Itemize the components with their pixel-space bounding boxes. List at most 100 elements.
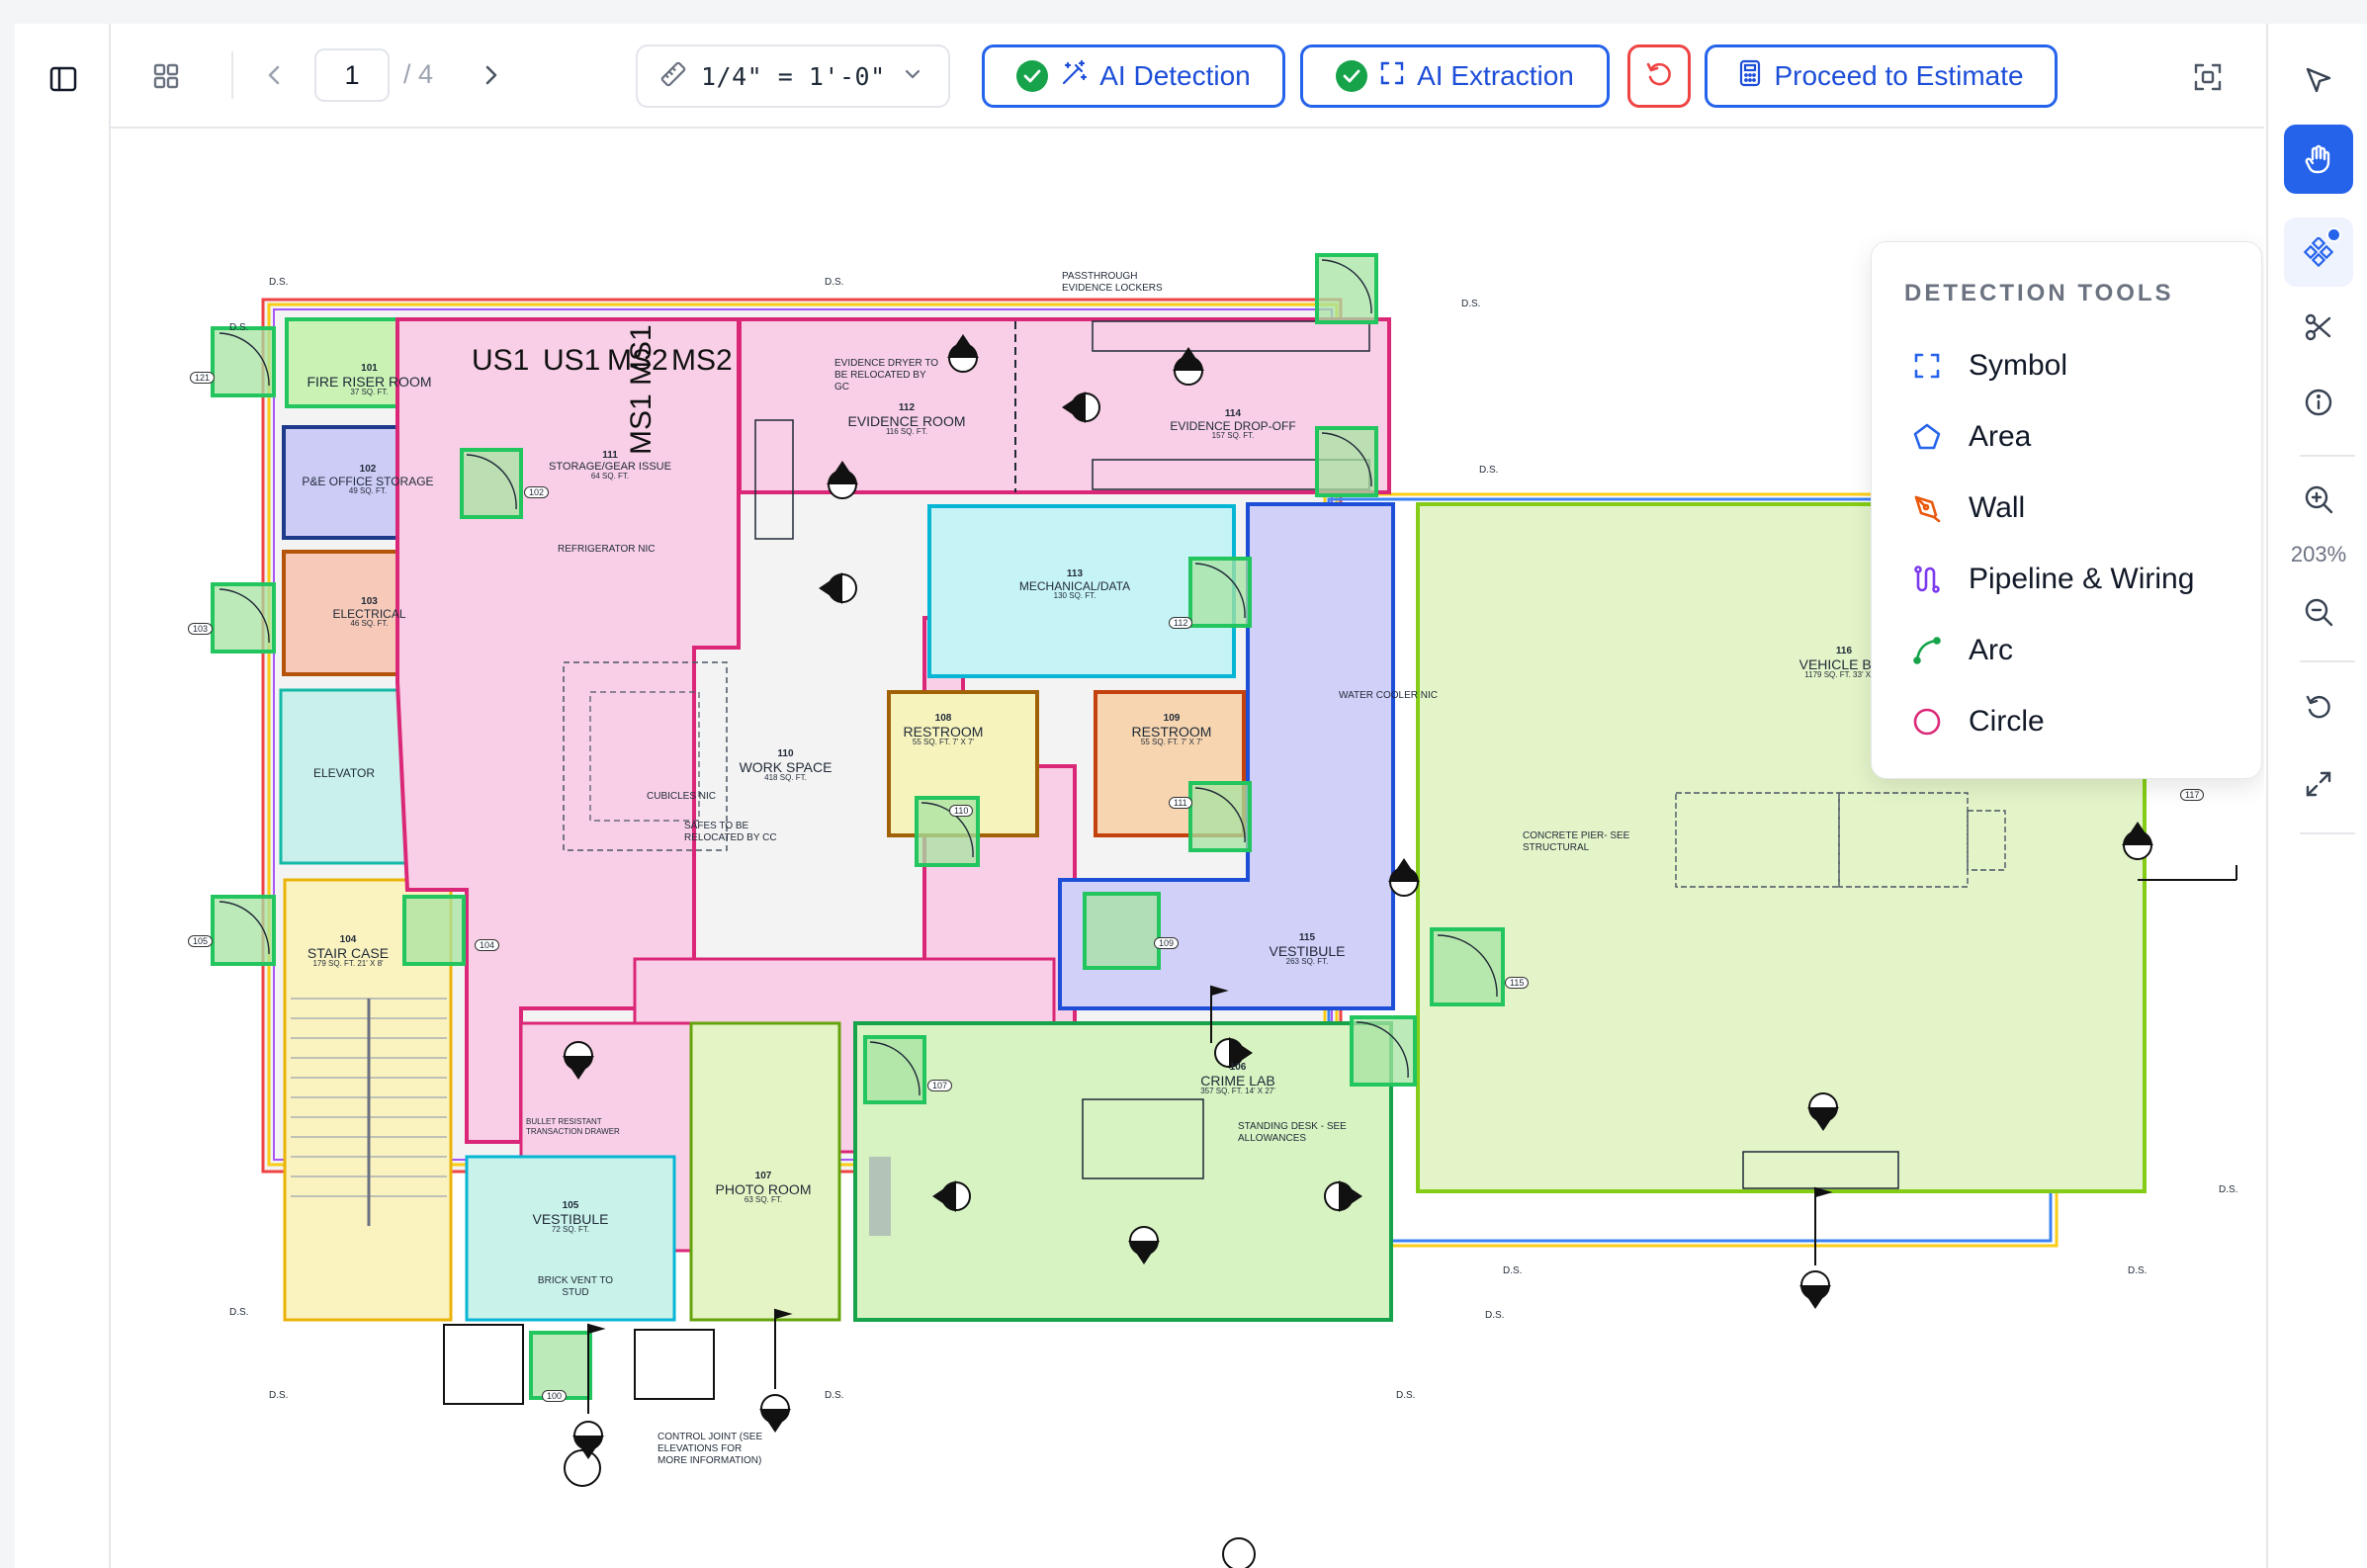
top-toolbar: / 4 1/4" = 1'-0" AI Detection AI Extract… <box>111 24 2264 129</box>
room-label-114: 114 EVIDENCE DROP-OFF 157 SQ. FT. <box>1170 408 1296 441</box>
door-tag: 107 <box>927 1080 953 1091</box>
magic-wand-icon <box>1060 59 1088 94</box>
room-label-103: 103 ELECTRICAL 46 SQ. FT. <box>332 596 406 629</box>
zoom-out-icon[interactable] <box>2284 577 2353 647</box>
scale-select[interactable]: 1/4" = 1'-0" <box>636 44 950 108</box>
pentagon-icon <box>1907 417 1947 457</box>
sidebar-toggle-icon[interactable] <box>47 63 79 95</box>
ruler-icon <box>659 60 687 93</box>
page-number-input[interactable] <box>314 48 390 102</box>
arc-icon <box>1907 631 1947 670</box>
door-tag: 117 <box>2180 789 2205 801</box>
equipment-tag: US1 <box>472 344 530 377</box>
ds-label: D.S. <box>1485 1310 1505 1321</box>
ds-label: D.S. <box>269 1390 289 1401</box>
notification-dot <box>2326 227 2341 242</box>
room-label-105: 105 VESTIBULE 72 SQ. FT. <box>532 1200 609 1235</box>
room-label-112: 112 EVIDENCE ROOM 116 SQ. FT. <box>847 402 966 437</box>
ds-label: D.S. <box>229 322 249 333</box>
tool-wall[interactable]: Wall <box>1887 478 2245 539</box>
tool-area[interactable]: Area <box>1887 406 2245 468</box>
detection-tools-popover: DETECTION TOOLS Symbol Area Wall Pipelin… <box>1871 241 2262 779</box>
tool-label: Wall <box>1969 491 2026 524</box>
symbol-icon <box>1907 346 1947 386</box>
room-label-104: 104 STAIR CASE 179 SQ. FT. 21' X 8' <box>307 934 390 969</box>
scan-frame-icon <box>1379 60 1405 93</box>
note-standing-desk: STANDING DESK - SEE ALLOWANCES <box>1238 1121 1347 1144</box>
note-refrigerator: REFRIGERATOR NIC <box>558 544 656 555</box>
ds-label: D.S. <box>269 277 289 288</box>
tool-circle[interactable]: Circle <box>1887 691 2245 752</box>
door-tag: 105 <box>188 935 214 947</box>
room-label-113: 113 MECHANICAL/DATA 130 SQ. FT. <box>1018 568 1131 601</box>
popover-title: DETECTION TOOLS <box>1904 280 2174 306</box>
door-tag: 104 <box>475 939 500 951</box>
room-label-109: 109 RESTROOM 55 SQ. FT. 7' X 7' <box>1131 713 1212 747</box>
reset-button[interactable] <box>1627 44 1691 108</box>
pan-hand-icon[interactable] <box>2284 125 2353 194</box>
app-window: / 4 1/4" = 1'-0" AI Detection AI Extract… <box>15 24 2367 1568</box>
ai-detection-button[interactable]: AI Detection <box>982 44 1285 108</box>
toolbar-divider <box>231 51 233 99</box>
ds-label: D.S. <box>1396 1390 1416 1401</box>
proceed-to-estimate-button[interactable]: Proceed to Estimate <box>1705 44 2058 108</box>
tool-arc[interactable]: Arc <box>1887 620 2245 681</box>
pipeline-icon <box>1907 560 1947 599</box>
note-passthrough: PASSTHROUGH EVIDENCE LOCKERS <box>1062 271 1163 294</box>
scissors-icon[interactable] <box>2284 293 2353 362</box>
detection-tools-icon[interactable] <box>2284 218 2353 287</box>
note-control-joint: CONTROL JOINT (SEE ELEVATIONS FOR MORE I… <box>658 1432 763 1466</box>
right-toolbar: 203% <box>2266 24 2367 1568</box>
circle-icon <box>1907 702 1947 741</box>
door-tag: 110 <box>949 805 974 817</box>
toolbar-separator <box>2300 660 2355 662</box>
door-tag: 109 <box>1154 937 1180 949</box>
note-concrete-pier: CONCRETE PIER- SEE STRUCTURAL <box>1523 830 1630 853</box>
next-page-icon[interactable] <box>477 60 506 90</box>
room-label-102: 102 P&E OFFICE STORAGE 49 SQ. FT. <box>302 464 434 496</box>
page-total: / 4 <box>403 59 434 89</box>
tool-label: Symbol <box>1969 349 2068 382</box>
note-cubicles: CUBICLES NIC <box>647 791 717 802</box>
equipment-tag: US1 <box>543 344 601 377</box>
note-bullet-drawer: BULLET RESISTANT TRANSACTION DRAWER <box>526 1117 620 1136</box>
toolbar-separator <box>2300 832 2355 834</box>
room-label-111: 111 STORAGE/GEAR ISSUE 64 SQ. FT. <box>549 450 671 481</box>
ds-label: D.S. <box>825 1390 844 1401</box>
door-tag: 102 <box>524 486 550 498</box>
ds-label: D.S. <box>2128 1265 2148 1276</box>
prev-page-icon[interactable] <box>259 60 289 90</box>
wall-pen-icon <box>1907 488 1947 528</box>
fit-to-screen-icon[interactable] <box>2191 60 2225 94</box>
toolbar-separator <box>2300 455 2355 457</box>
ds-label: D.S. <box>825 277 844 288</box>
tool-label: Circle <box>1969 705 2045 738</box>
ds-label: D.S. <box>1461 299 1481 309</box>
note-brick-vent: BRICK VENT TO STUD <box>537 1275 614 1298</box>
note-water-cooler: WATER COOLER NIC <box>1339 690 1439 701</box>
ds-label: D.S. <box>229 1307 249 1318</box>
expand-icon[interactable] <box>2284 749 2353 819</box>
grid-view-icon[interactable] <box>150 60 182 92</box>
ai-detection-label: AI Detection <box>1099 60 1251 91</box>
select-cursor-icon[interactable] <box>2284 45 2353 115</box>
door-tag: 111 <box>1169 797 1192 809</box>
drawing-canvas[interactable]: 101 FIRE RISER ROOM 37 SQ. FT. 102 P&E O… <box>111 129 2264 1568</box>
chevron-down-icon <box>904 67 921 86</box>
tool-pipeline-wiring[interactable]: Pipeline & Wiring <box>1887 549 2245 610</box>
info-icon[interactable] <box>2284 368 2353 437</box>
zoom-level: 203% <box>2290 542 2347 566</box>
equipment-tag-vertical: MS1 MS1 <box>625 324 658 455</box>
door-tag: 100 <box>542 1390 568 1402</box>
proceed-label: Proceed to Estimate <box>1774 60 2024 91</box>
tool-label: Area <box>1969 420 2032 453</box>
note-safes: SAFES TO BE RELOCATED BY CC <box>684 821 777 843</box>
door-tag: 121 <box>190 372 216 384</box>
room-label-115: 115 VESTIBULE 263 SQ. FT. <box>1269 932 1346 967</box>
tool-symbol[interactable]: Symbol <box>1887 335 2245 396</box>
ai-extraction-button[interactable]: AI Extraction <box>1300 44 1610 108</box>
ds-label: D.S. <box>1479 465 1499 476</box>
zoom-in-icon[interactable] <box>2284 465 2353 534</box>
reset-view-icon[interactable] <box>2284 672 2353 741</box>
left-rail <box>15 24 111 1568</box>
